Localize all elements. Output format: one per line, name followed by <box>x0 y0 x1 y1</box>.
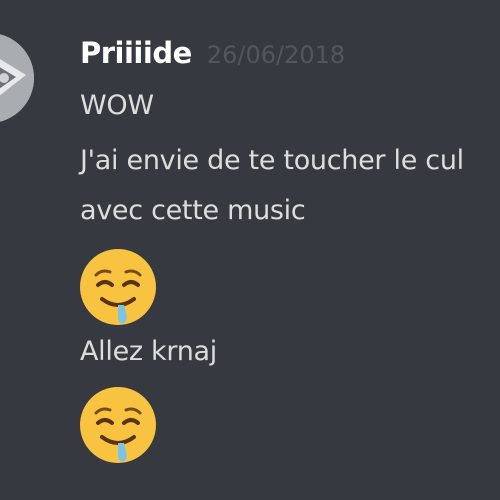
avatar[interactable] <box>0 33 34 123</box>
timestamp: 26/06/2018 <box>206 41 346 69</box>
drooling-face-icon <box>80 387 156 463</box>
message-line: J'ai envie de te toucher le cul <box>80 145 464 176</box>
avatar-image <box>0 33 34 123</box>
chat-message: Priiiide 26/06/2018 WOW J'ai envie de te… <box>0 0 500 500</box>
message-header: Priiiide 26/06/2018 <box>80 36 345 70</box>
username[interactable]: Priiiide <box>80 36 192 70</box>
drooling-face-icon <box>80 249 156 325</box>
message-line: avec cette music <box>80 195 306 226</box>
message-line: WOW <box>80 90 154 121</box>
message-line: Allez krnaj <box>80 336 217 367</box>
